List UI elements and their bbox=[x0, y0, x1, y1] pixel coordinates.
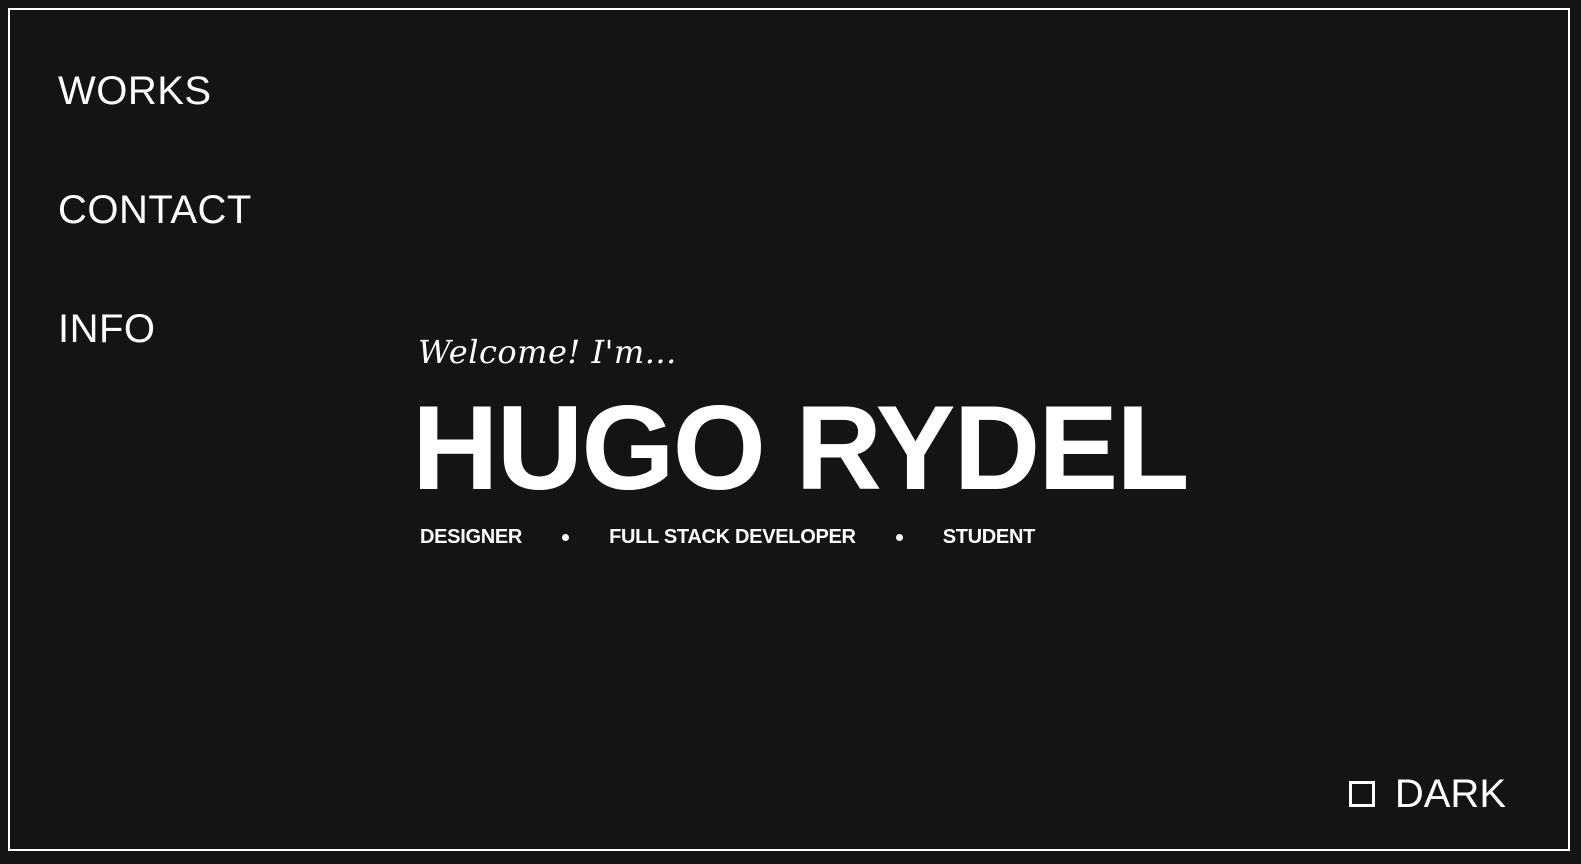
nav-item-contact[interactable]: CONTACT bbox=[58, 187, 252, 233]
nav-item-info[interactable]: INFO bbox=[58, 306, 252, 352]
hero-section: Welcome! I'm... HUGO RYDEL DESIGNER FULL… bbox=[412, 330, 1190, 549]
bullet-separator bbox=[562, 534, 570, 541]
page-frame: WORKS CONTACT INFO Welcome! I'm... HUGO … bbox=[8, 8, 1570, 851]
roles-list: DESIGNER FULL STACK DEVELOPER STUDENT bbox=[420, 526, 1188, 549]
role-student: STUDENT bbox=[942, 526, 1036, 548]
role-designer: DESIGNER bbox=[420, 526, 523, 548]
welcome-greeting: Welcome! I'm... bbox=[418, 333, 677, 371]
main-nav: WORKS CONTACT INFO bbox=[58, 68, 252, 425]
dark-mode-label[interactable]: DARK bbox=[1395, 771, 1506, 817]
dark-mode-toggle[interactable]: DARK bbox=[1348, 771, 1506, 817]
role-full-stack-developer: FULL STACK DEVELOPER bbox=[609, 526, 856, 548]
bullet-separator bbox=[895, 534, 903, 541]
dark-mode-checkbox[interactable] bbox=[1348, 781, 1375, 807]
hero-name: HUGO RYDEL bbox=[412, 381, 1190, 515]
nav-item-works[interactable]: WORKS bbox=[58, 68, 252, 114]
